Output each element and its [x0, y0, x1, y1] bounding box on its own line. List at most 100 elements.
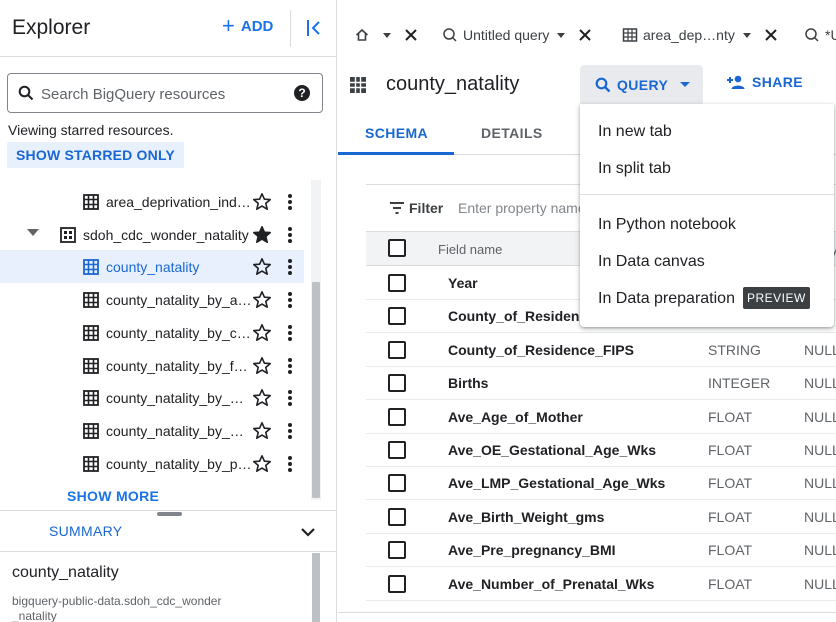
header-divider	[290, 10, 291, 47]
row-checkbox[interactable]	[388, 574, 406, 593]
more-vert-icon[interactable]	[285, 290, 295, 310]
tree-scrollbar-thumb[interactable]	[312, 282, 320, 498]
field-mode: NULLABLE	[804, 442, 836, 458]
search-field[interactable]: ?	[7, 73, 323, 113]
row-checkbox[interactable]	[388, 274, 406, 292]
row-checkbox[interactable]	[388, 507, 406, 526]
star-icon[interactable]	[252, 257, 272, 277]
more-vert-icon[interactable]	[285, 388, 295, 408]
help-icon[interactable]: ?	[294, 85, 310, 101]
more-vert-icon[interactable]	[285, 192, 295, 212]
resource-tree: area_deprivation_ind… sdoh_cdc_wonder_nat…	[0, 185, 322, 510]
tree-table-row[interactable]: county_natality_by_…	[0, 414, 304, 447]
tab-schema[interactable]: SCHEMA	[365, 125, 428, 141]
chevron-down-icon[interactable]	[300, 524, 316, 540]
tree-dataset-row[interactable]: sdoh_cdc_wonder_natality	[0, 218, 304, 251]
menu-item-data-canvas[interactable]: In Data canvas	[580, 245, 834, 279]
filter-input[interactable]	[458, 198, 598, 218]
row-checkbox[interactable]	[388, 307, 406, 326]
star-icon[interactable]	[252, 290, 272, 310]
star-icon[interactable]	[252, 454, 272, 474]
more-vert-icon[interactable]	[285, 421, 295, 441]
person-add-icon	[727, 75, 745, 89]
query-button[interactable]: QUERY	[580, 65, 703, 104]
tree-table-row[interactable]: county_natality_by_c…	[0, 316, 304, 349]
close-icon[interactable]	[404, 28, 418, 42]
search-icon	[18, 85, 34, 101]
summary-header[interactable]: SUMMARY	[0, 510, 336, 552]
field-mode: NULLABLE	[804, 475, 836, 492]
share-button[interactable]: SHARE	[726, 74, 803, 90]
star-icon[interactable]	[252, 388, 272, 408]
table-icon	[83, 259, 99, 276]
tab-home-dropdown-icon[interactable]	[383, 32, 391, 38]
tree-item-label: county_natality_by_p…	[106, 455, 252, 472]
row-checkbox[interactable]	[388, 340, 406, 359]
row-checkbox[interactable]	[388, 374, 406, 393]
row-checkbox[interactable]	[388, 407, 406, 426]
tab-untitled-query-2[interactable]: *U	[804, 22, 836, 48]
menu-item-new-tab[interactable]: In new tab	[580, 115, 834, 149]
more-vert-icon[interactable]	[285, 454, 295, 474]
tab-details[interactable]: DETAILS	[481, 125, 543, 141]
select-all-checkbox[interactable]	[388, 239, 406, 257]
row-checkbox[interactable]	[388, 441, 406, 459]
star-icon[interactable]	[252, 225, 272, 245]
active-tab-indicator	[338, 152, 454, 155]
star-icon[interactable]	[252, 356, 272, 376]
menu-item-python-notebook[interactable]: In Python notebook	[580, 208, 834, 242]
field-name: Ave_Pre_pregnancy_BMI	[448, 542, 616, 559]
menu-item-split-tab[interactable]: In split tab	[580, 152, 834, 186]
more-vert-icon[interactable]	[285, 225, 295, 245]
tab-dropdown-icon[interactable]	[742, 32, 751, 38]
tab-home[interactable]	[354, 22, 418, 48]
expand-caret-icon[interactable]	[27, 228, 39, 236]
more-vert-icon[interactable]	[285, 323, 295, 343]
summary-scrollbar[interactable]	[312, 553, 320, 622]
field-type: INTEGER	[708, 375, 771, 392]
explorer-header: Explorer + ADD	[0, 0, 336, 57]
more-vert-icon[interactable]	[285, 356, 295, 376]
tab-dropdown-icon[interactable]	[557, 32, 566, 38]
star-icon[interactable]	[252, 421, 272, 441]
summary-label: SUMMARY	[49, 523, 123, 539]
field-type: FLOAT	[708, 442, 753, 458]
tree-table-row[interactable]: county_natality	[0, 250, 304, 284]
show-starred-only-button[interactable]: SHOW STARRED ONLY	[7, 142, 184, 168]
more-vert-icon[interactable]	[285, 257, 295, 277]
field-type: FLOAT	[708, 508, 753, 525]
show-more-button[interactable]: SHOW MORE	[67, 488, 159, 504]
editor-tab-strip: Untitled query area_dep…nty *U	[338, 0, 836, 70]
tab-area-deprivation[interactable]: area_dep…nty	[622, 22, 778, 48]
add-button[interactable]: + ADD	[222, 15, 273, 37]
field-type: FLOAT	[708, 408, 753, 425]
star-icon[interactable]	[252, 192, 272, 212]
query-dropdown-icon	[680, 82, 691, 87]
search-input[interactable]	[41, 83, 281, 105]
explorer-title: Explorer	[12, 16, 91, 39]
tree-item-label: county_natality_by_c…	[106, 324, 251, 341]
row-checkbox[interactable]	[388, 541, 406, 560]
tab-label: *U	[825, 27, 836, 43]
home-icon	[355, 28, 369, 41]
row-checkbox[interactable]	[388, 474, 406, 493]
field-mode: NULLABLE	[804, 542, 836, 559]
tree-item-label: county_natality_by_…	[106, 422, 244, 439]
summary-table-name: county_natality	[12, 564, 119, 581]
field-mode: NULLABLE	[804, 408, 836, 425]
tree-item-label: county_natality_by_a…	[106, 292, 252, 309]
close-icon[interactable]	[764, 28, 778, 42]
tree-table-row[interactable]: county_natality_by_f…	[0, 349, 304, 382]
close-icon[interactable]	[578, 28, 592, 42]
tree-table-row[interactable]: county_natality_by_a…	[0, 283, 304, 316]
collapse-panel-icon[interactable]	[304, 17, 326, 39]
panel-resize-handle[interactable]	[157, 512, 182, 516]
tree-table-row[interactable]: county_natality_by_…	[0, 381, 304, 414]
star-icon[interactable]	[252, 323, 272, 343]
menu-item-data-preparation[interactable]: In Data preparation PREVIEW	[580, 282, 834, 316]
tree-table-row[interactable]: area_deprivation_ind…	[0, 185, 304, 218]
tab-untitled-query[interactable]: Untitled query	[442, 22, 592, 48]
tree-table-row[interactable]: county_natality_by_p…	[0, 447, 304, 480]
summary-table-path: bigquery-public-data.sdoh_cdc_wonder_nat…	[12, 594, 222, 622]
tab-label: area_dep…nty	[643, 27, 735, 43]
